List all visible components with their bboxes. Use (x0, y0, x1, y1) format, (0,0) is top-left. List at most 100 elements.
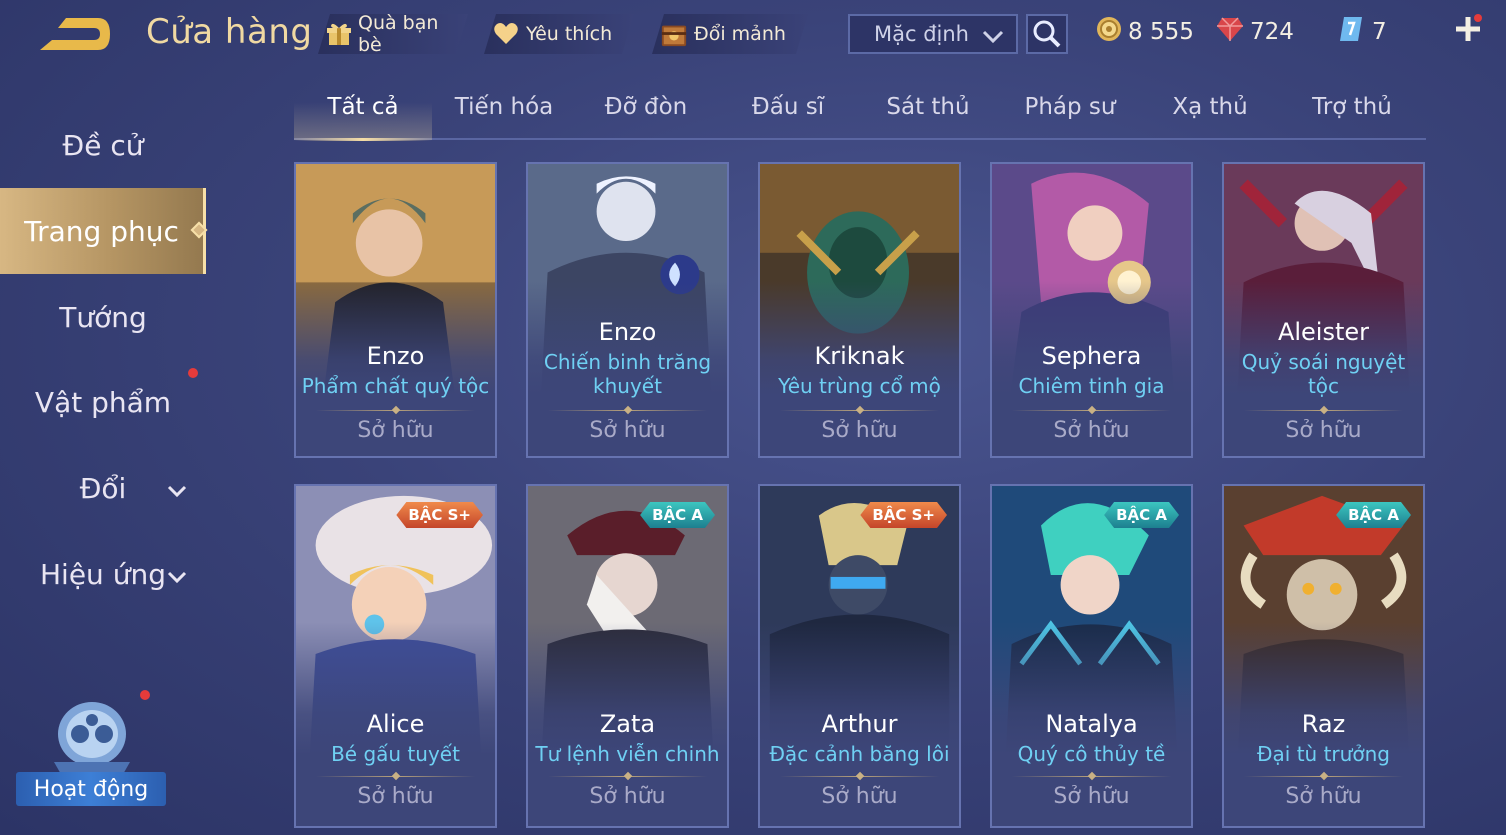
sort-dropdown[interactable]: Mặc định (848, 14, 1018, 54)
back-button[interactable] (36, 14, 114, 54)
friend-gift-button[interactable]: Quà bạn bè (318, 14, 468, 54)
hero-name: Enzo (366, 342, 425, 370)
skin-card[interactable]: BẬC A Raz Đại tù trưởng Sở hữu (1222, 484, 1425, 828)
event-notification-dot (140, 690, 150, 700)
sidebar-item-exchange[interactable]: Đổi (0, 453, 206, 523)
event-label[interactable]: Hoạt động (16, 772, 166, 806)
chevron-down-icon (166, 475, 188, 508)
owned-status: Sở hữu (821, 418, 898, 443)
chevron-down-icon (982, 26, 1004, 50)
gem-amount: 724 (1250, 19, 1294, 45)
owned-status: Sở hữu (357, 418, 434, 443)
sidebar-item-label: Hiệu ứng (40, 557, 166, 591)
sidebar-item-effects[interactable]: Hiệu ứng (0, 539, 206, 609)
skin-name: Phẩm chất quý tộc (301, 374, 490, 398)
back-arrow-icon (40, 18, 110, 50)
sidebar-item-label: Đề cử (62, 128, 144, 162)
sidebar-item-label: Tướng (59, 300, 147, 334)
skin-card[interactable]: Sephera Chiêm tinh gia Sở hữu (990, 162, 1193, 458)
event-emblem-icon (54, 702, 130, 776)
hero-name: Zata (599, 710, 656, 738)
page-title: Cửa hàng (146, 12, 313, 52)
skin-card[interactable]: Enzo Phẩm chất quý tộc Sở hữu (294, 162, 497, 458)
skin-name: Tư lệnh viễn chinh (535, 742, 720, 766)
items-notification-dot (188, 368, 198, 378)
top-bar: Cửa hàng Quà bạn bè Yêu thích Đổi mảnh M… (0, 0, 1506, 70)
tier-badge: BẬC S+ (396, 502, 483, 528)
hero-name: Arthur (821, 710, 898, 738)
card-divider (1244, 410, 1403, 411)
skin-card[interactable]: Kriknak Yêu trùng cổ mộ Sở hữu (758, 162, 961, 458)
skin-card[interactable]: BẬC S+ Arthur Đặc cảnh băng lôi Sở hữu (758, 484, 961, 828)
gem-currency: 724 (1216, 14, 1294, 50)
skin-name: Chiêm tinh gia (1018, 374, 1165, 398)
tier-badge: BẬC A (1104, 502, 1179, 528)
sort-value: Mặc định (874, 22, 969, 46)
heart-icon (492, 20, 520, 48)
chevron-down-icon (166, 561, 188, 594)
voucher-currency: 7 (1338, 14, 1387, 50)
favorites-label: Yêu thích (526, 23, 613, 45)
card-divider (548, 776, 707, 777)
card-divider (316, 776, 475, 777)
owned-status: Sở hữu (589, 418, 666, 443)
tier-badge: BẬC A (1336, 502, 1411, 528)
red-gem-icon (1216, 16, 1244, 48)
tier-badge: BẬC S+ (860, 502, 947, 528)
favorites-button[interactable]: Yêu thích (484, 14, 634, 54)
gold-coin-icon (1096, 16, 1122, 48)
sidebar-item-label: Trang phục (24, 214, 179, 248)
voucher-amount: 7 (1372, 19, 1387, 45)
card-divider (316, 410, 475, 411)
shard-exchange-button[interactable]: Đổi mảnh (652, 14, 808, 54)
skin-card[interactable]: Aleister Quỷ soái nguyệt tộc Sở hữu (1222, 162, 1425, 458)
owned-status: Sở hữu (357, 784, 434, 809)
card-divider (1012, 776, 1171, 777)
tab-fighter[interactable]: Đấu sĩ (720, 94, 856, 134)
category-tabs: Tất cả Tiến hóa Đỡ đòn Đấu sĩ Sát thủ Ph… (294, 86, 1426, 141)
hero-name: Kriknak (814, 342, 905, 370)
search-button[interactable] (1026, 14, 1068, 54)
skin-name: Đặc cảnh băng lôi (769, 742, 950, 766)
tab-assassin[interactable]: Sát thủ (860, 94, 996, 134)
hero-name: Natalya (1045, 710, 1138, 738)
skin-card[interactable]: BẬC A Natalya Quý cô thủy tề Sở hữu (990, 484, 1193, 828)
card-divider (780, 776, 939, 777)
sidebar-item-skins[interactable]: Trang phục (0, 188, 208, 274)
hero-name: Enzo (598, 318, 657, 346)
skin-card[interactable]: BẬC A Zata Tư lệnh viễn chinh Sở hữu (526, 484, 729, 828)
sidebar-item-label: Đổi (79, 471, 127, 505)
sidebar-item-heroes[interactable]: Tướng (0, 282, 206, 352)
tab-mage[interactable]: Pháp sư (1002, 94, 1138, 134)
card-divider (780, 410, 939, 411)
shard-exchange-label: Đổi mảnh (694, 23, 786, 45)
hero-name: Raz (1301, 710, 1346, 738)
skin-card[interactable]: BẬC S+ Alice Bé gấu tuyết Sở hữu (294, 484, 497, 828)
hero-name: Sephera (1041, 342, 1142, 370)
card-divider (1012, 410, 1171, 411)
owned-status: Sở hữu (1053, 418, 1130, 443)
owned-status: Sở hữu (1285, 418, 1362, 443)
sidebar-item-items[interactable]: Vật phẩm (0, 367, 206, 437)
tab-tank[interactable]: Đỡ đòn (578, 94, 714, 134)
tab-all[interactable]: Tất cả (294, 94, 432, 134)
active-indicator-icon (190, 221, 208, 239)
skin-name: Quý cô thủy tề (1017, 742, 1166, 766)
sidebar-item-recommended[interactable]: Đề cử (0, 110, 206, 180)
owned-status: Sở hữu (589, 784, 666, 809)
tab-support[interactable]: Trợ thủ (1284, 94, 1420, 134)
friend-gift-label: Quà bạn bè (358, 12, 439, 56)
owned-status: Sở hữu (1285, 784, 1362, 809)
chest-icon (660, 20, 688, 48)
tab-marksman[interactable]: Xạ thủ (1142, 94, 1278, 134)
skin-card[interactable]: Enzo Chiến binh trăng khuyết Sở hữu (526, 162, 729, 458)
card-divider (548, 410, 707, 411)
hero-name: Aleister (1277, 318, 1370, 346)
search-icon (1033, 20, 1061, 48)
skin-name: Đại tù trưởng (1257, 742, 1390, 766)
gold-amount: 8 555 (1128, 19, 1194, 45)
voucher-icon (1338, 15, 1366, 49)
tab-evolution[interactable]: Tiến hóa (436, 94, 572, 134)
owned-status: Sở hữu (1053, 784, 1130, 809)
gift-icon (326, 20, 352, 48)
